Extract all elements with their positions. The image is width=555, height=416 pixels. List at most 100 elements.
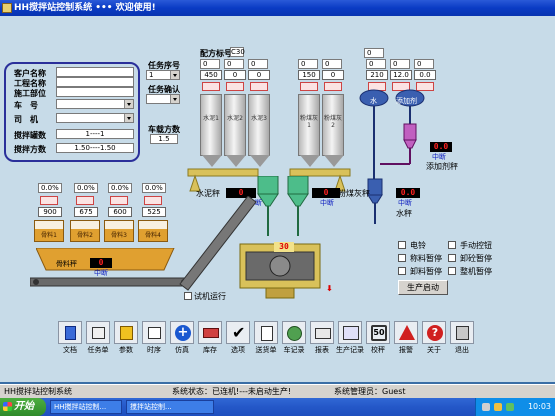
toolbar-calibrate-label: 校秤 <box>371 346 385 354</box>
toolbar-truck-record-label: 车记录 <box>283 346 305 354</box>
water-top-spin[interactable]: 0 <box>364 48 384 58</box>
water-value-1: 210 <box>366 70 388 80</box>
task-confirm-dropdown[interactable] <box>146 94 180 104</box>
start-production-button[interactable]: 生产启动 <box>398 280 448 295</box>
silo-value-4: 150 <box>298 70 320 80</box>
label-bell: 电铃 <box>410 241 426 250</box>
agg-percent-3[interactable]: 0.0% <box>108 183 132 193</box>
toolbar-report-button[interactable] <box>310 321 334 344</box>
agg-percent-4[interactable]: 0.0% <box>142 183 166 193</box>
tray-icon-1[interactable] <box>482 403 490 411</box>
status-bar: HH搅拌站控制系统 系统状态：已连机!---未启动生产! 系统管理员：Guest <box>0 384 555 398</box>
timing-icon <box>148 327 161 339</box>
toolbar-alarm-button[interactable] <box>394 321 418 344</box>
toolbar-calibrate-button[interactable]: 50 <box>366 321 390 344</box>
checkbox-machine-pause[interactable] <box>448 267 456 275</box>
recipe-field[interactable]: C30 <box>230 47 245 57</box>
driver-dropdown[interactable] <box>56 113 134 123</box>
toolbar-delivery-button[interactable] <box>254 321 278 344</box>
status-app-name: HH搅拌站控制系统 <box>4 387 73 396</box>
task-no-dropdown[interactable]: 1 <box>146 70 180 80</box>
chevron-down-icon[interactable] <box>170 95 179 103</box>
agg-percent-1[interactable]: 0.0% <box>38 183 62 193</box>
checkbox-weigh-pause[interactable] <box>398 254 406 262</box>
fly-ash-silo-1: 粉煤灰1 <box>298 94 320 167</box>
toolbar-production-record-label: 生产记录 <box>336 346 364 354</box>
silo-indicator-5 <box>324 82 342 91</box>
agg-percent-2[interactable]: 0.0% <box>74 183 98 193</box>
checkbox-bell[interactable] <box>398 241 406 249</box>
toolbar-simulate-button[interactable]: + <box>170 321 194 344</box>
toolbar-task-button[interactable] <box>86 321 110 344</box>
toolbar-about-button[interactable]: ? <box>422 321 446 344</box>
production-record-icon <box>343 326 359 340</box>
chevron-down-icon[interactable] <box>124 100 133 108</box>
label-truck-no: 车 号 <box>14 101 38 110</box>
checkbox-manual-control[interactable] <box>448 241 456 249</box>
inventory-icon <box>203 328 219 338</box>
toolbar-delivery-label: 送货单 <box>255 346 277 354</box>
tray-icon-3[interactable] <box>506 403 514 411</box>
window-title: HH搅拌站控制系统 ••• 欢迎使用! <box>14 3 156 13</box>
toolbar-timing-button[interactable] <box>142 321 166 344</box>
water-spin-3[interactable]: 0 <box>414 59 434 69</box>
parameters-icon <box>120 326 133 340</box>
toolbar-truck-record-button[interactable] <box>282 321 306 344</box>
silo-top-spin-1[interactable]: 0 <box>200 59 220 69</box>
label-manual-control: 手动控钮 <box>460 241 492 250</box>
chevron-down-icon[interactable] <box>170 71 179 79</box>
start-button[interactable]: 开始 <box>0 398 46 416</box>
title-bar: HH搅拌站控制系统 ••• 欢迎使用! <box>0 0 555 16</box>
cement-silo-1: 水泥1 <box>200 94 222 167</box>
belt-conveyors <box>30 196 257 291</box>
taskbar-item-1[interactable]: HH搅拌站控制... <box>50 400 122 414</box>
main-canvas: 客户名称 工程名称 施工部位 车 号 司 机 搅拌罐数 1----1 搅拌方数 … <box>0 16 555 382</box>
toolbar-production-record-button[interactable] <box>338 321 362 344</box>
water-value-2: 12.0 <box>390 70 412 80</box>
report-icon <box>315 328 331 339</box>
label-driver: 司 机 <box>14 115 38 124</box>
toolbar-inventory-button[interactable] <box>198 321 222 344</box>
truck-volume-field[interactable]: 1.5 <box>150 134 178 144</box>
additive-tank-label: 添加剂 <box>396 97 417 105</box>
delivery-note-icon <box>261 326 273 341</box>
water-spin-2[interactable]: 0 <box>390 59 410 69</box>
silo-top-spin-3[interactable]: 0 <box>248 59 268 69</box>
toolbar-exit-label: 退出 <box>455 346 469 354</box>
silo-top-spin-5[interactable]: 0 <box>322 59 342 69</box>
label-mix-volume: 搅拌方数 <box>14 145 46 154</box>
cement-silo-2: 水泥2 <box>224 94 246 167</box>
exit-icon <box>456 326 469 340</box>
chevron-down-icon[interactable] <box>124 114 133 122</box>
discharge-arrow-icon: ⬇ <box>326 284 333 293</box>
toolbar-params-button[interactable] <box>114 321 138 344</box>
checkbox-discharge-pause[interactable] <box>398 267 406 275</box>
construction-part-field[interactable] <box>56 87 134 97</box>
silo-top-spin-4[interactable]: 0 <box>298 59 318 69</box>
project-name-field[interactable] <box>56 77 134 87</box>
status-admin: 系统管理员：Guest <box>334 387 406 396</box>
fly-ash-interrupt: 中断 <box>320 199 334 207</box>
toolbar-doc-button[interactable] <box>58 321 82 344</box>
toolbar-timing-label: 时序 <box>147 346 161 354</box>
machine-run-checkbox[interactable] <box>184 292 192 300</box>
water-scale-display: 0.0 <box>396 188 420 198</box>
silo-top-spin-2[interactable]: 0 <box>224 59 244 69</box>
checkmark-icon: ✔ <box>232 323 246 342</box>
checkbox-concrete-pause[interactable] <box>448 254 456 262</box>
toolbar-inventory-label: 库存 <box>203 346 217 354</box>
toolbar-options-button[interactable]: ✔ <box>226 321 250 344</box>
toolbar-exit-button[interactable] <box>450 321 474 344</box>
silo-value-1: 450 <box>200 70 222 80</box>
tank-count-field[interactable]: 1----1 <box>56 129 134 139</box>
mix-volume-field[interactable]: 1.50----1.50 <box>56 143 134 153</box>
customer-name-field[interactable] <box>56 67 134 77</box>
tray-icon-2[interactable] <box>494 403 502 411</box>
taskbar-item-2[interactable]: 搅拌站控制... <box>126 400 214 414</box>
water-scale-label: 水秤 <box>396 209 412 218</box>
silo-indicator-2 <box>226 82 244 91</box>
clock: 10:03 <box>527 402 551 411</box>
water-spin-1[interactable]: 0 <box>366 59 386 69</box>
truck-no-dropdown[interactable] <box>56 99 134 109</box>
label-recipe: 配方标号 <box>200 49 232 58</box>
